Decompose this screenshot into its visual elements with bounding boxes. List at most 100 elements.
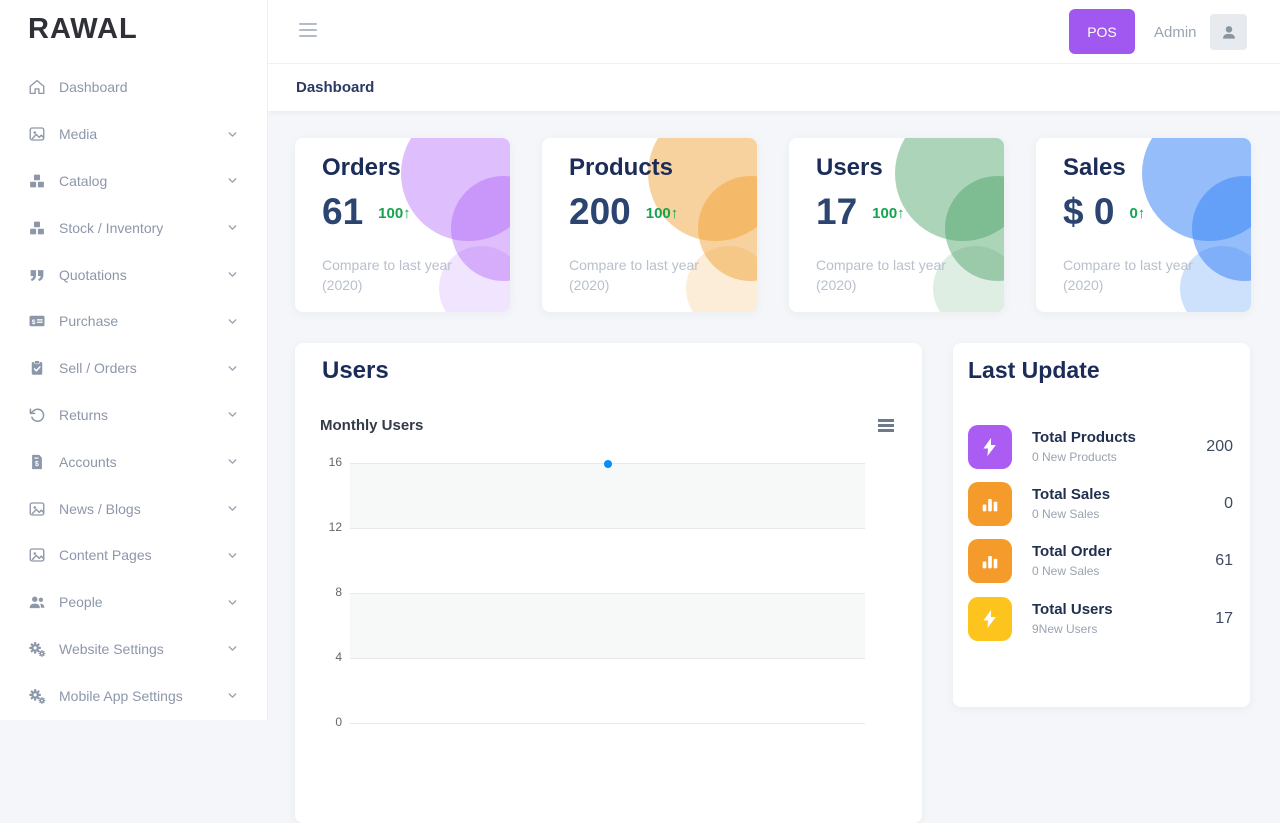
sidebar-item-content-pages[interactable]: Content Pages [0, 532, 267, 579]
image-icon [28, 546, 47, 565]
bar-chart-icon [968, 482, 1012, 526]
item-subtitle: 0 New Sales [1032, 564, 1099, 578]
item-title: Total Order [1032, 543, 1112, 560]
avatar[interactable] [1210, 14, 1247, 50]
sidebar-item-purchase[interactable]: Purchase [0, 298, 267, 345]
sidebar-item-returns[interactable]: Returns [0, 392, 267, 439]
gears-icon [28, 639, 47, 658]
chevron-down-icon [226, 596, 239, 609]
bolt-icon [968, 597, 1012, 641]
grid-band [350, 463, 865, 528]
sidebar-item-label: Dashboard [59, 79, 128, 95]
sidebar-item-dashboard[interactable]: Dashboard [0, 64, 267, 111]
undo-icon [28, 405, 47, 424]
stat-card-orders: Orders 61 100↑ Compare to last year (202… [295, 138, 510, 312]
invoice-card-icon [28, 312, 47, 331]
stat-delta: 0↑ [1129, 205, 1145, 222]
sidebar-item-media[interactable]: Media [0, 111, 267, 158]
sidebar-item-label: Content Pages [59, 547, 152, 563]
chevron-down-icon [226, 689, 239, 702]
bolt-icon [968, 425, 1012, 469]
image-icon [28, 125, 47, 144]
item-value: 17 [1215, 597, 1233, 641]
sidebar-item-stock-inventory[interactable]: Stock / Inventory [0, 204, 267, 251]
stat-title: Sales [1063, 154, 1126, 182]
y-axis-tick: 0 [298, 715, 342, 729]
sidebar-item-mobile-app-settings[interactable]: Mobile App Settings [0, 672, 267, 719]
monthly-users-plot [350, 463, 865, 793]
chevron-down-icon [226, 268, 239, 281]
sidebar-item-label: Website Settings [59, 641, 164, 657]
last-update-title: Last Update [968, 357, 1100, 384]
list-item-total-order: Total Order 0 New Sales 61 [968, 539, 1235, 583]
stat-value: $ 0 [1063, 193, 1114, 230]
clipboard-check-icon [28, 359, 47, 378]
sidebar-item-accounts[interactable]: Accounts [0, 438, 267, 485]
stat-delta: 100↑ [646, 205, 679, 222]
users-icon [28, 593, 47, 612]
sidebar-item-label: Quotations [59, 267, 127, 283]
sidebar-item-news-blogs[interactable]: News / Blogs [0, 485, 267, 532]
item-value: 61 [1215, 539, 1233, 583]
user-name-label: Admin [1154, 0, 1197, 64]
chart-menu-icon[interactable] [878, 419, 894, 434]
topbar: POS Admin [268, 0, 1280, 64]
boxes-icon [28, 218, 47, 237]
gears-icon [28, 686, 47, 705]
chart-card-title: Users [322, 357, 389, 385]
sidebar-item-people[interactable]: People [0, 579, 267, 626]
list-item-total-sales: Total Sales 0 New Sales 0 [968, 482, 1235, 526]
stat-title: Orders [322, 154, 401, 182]
grid-band [350, 593, 865, 658]
sidebar-item-quotations[interactable]: Quotations [0, 251, 267, 298]
image-icon [28, 499, 47, 518]
item-title: Total Users [1032, 601, 1113, 618]
chart-title: Monthly Users [320, 417, 423, 434]
stat-note: Compare to last year (2020) [1063, 255, 1233, 295]
grid-band [350, 658, 865, 723]
sidebar-item-label: Catalog [59, 173, 107, 189]
sidebar-item-website-settings[interactable]: Website Settings [0, 626, 267, 673]
stat-value: 200 [569, 193, 631, 230]
y-axis-tick: 12 [298, 520, 342, 534]
stat-delta: 100↑ [378, 205, 411, 222]
menu-toggle-icon[interactable] [299, 23, 317, 41]
stat-value: 61 [322, 193, 363, 230]
chevron-down-icon [226, 408, 239, 421]
last-update-card: Last Update Total Products 0 New Product… [953, 343, 1250, 707]
item-subtitle: 0 New Sales [1032, 507, 1099, 521]
pos-button[interactable]: POS [1069, 9, 1135, 54]
item-value: 0 [1224, 482, 1233, 526]
chevron-down-icon [226, 315, 239, 328]
sidebar-item-label: Media [59, 126, 97, 142]
sidebar: RAWAL Dashboard Media Catalog Stock / In… [0, 0, 268, 720]
file-dollar-icon [28, 452, 47, 471]
home-icon [28, 78, 47, 97]
sidebar-item-label: Accounts [59, 454, 117, 470]
brand-logo: RAWAL [28, 13, 138, 46]
sidebar-item-label: Sell / Orders [59, 360, 137, 376]
stat-card-products: Products 200 100↑ Compare to last year (… [542, 138, 757, 312]
chevron-down-icon [226, 362, 239, 375]
boxes-icon [28, 171, 47, 190]
chevron-down-icon [226, 455, 239, 468]
chevron-down-icon [226, 174, 239, 187]
stat-title: Users [816, 154, 883, 182]
sidebar-item-label: Purchase [59, 313, 118, 329]
quote-icon [28, 265, 47, 284]
bar-chart-icon [968, 539, 1012, 583]
sidebar-item-catalog[interactable]: Catalog [0, 158, 267, 205]
sidebar-nav: Dashboard Media Catalog Stock / Inventor… [0, 64, 267, 719]
sidebar-item-label: Mobile App Settings [59, 688, 183, 704]
sidebar-item-label: News / Blogs [59, 501, 141, 517]
y-axis-tick: 16 [298, 455, 342, 469]
chevron-down-icon [226, 128, 239, 141]
sidebar-item-label: Returns [59, 407, 108, 423]
sidebar-item-sell-orders[interactable]: Sell / Orders [0, 345, 267, 392]
person-icon [1219, 22, 1239, 42]
stat-card-users: Users 17 100↑ Compare to last year (2020… [789, 138, 1004, 312]
chevron-down-icon [226, 642, 239, 655]
sidebar-item-label: People [59, 594, 103, 610]
stat-note: Compare to last year (2020) [569, 255, 739, 295]
chevron-down-icon [226, 502, 239, 515]
